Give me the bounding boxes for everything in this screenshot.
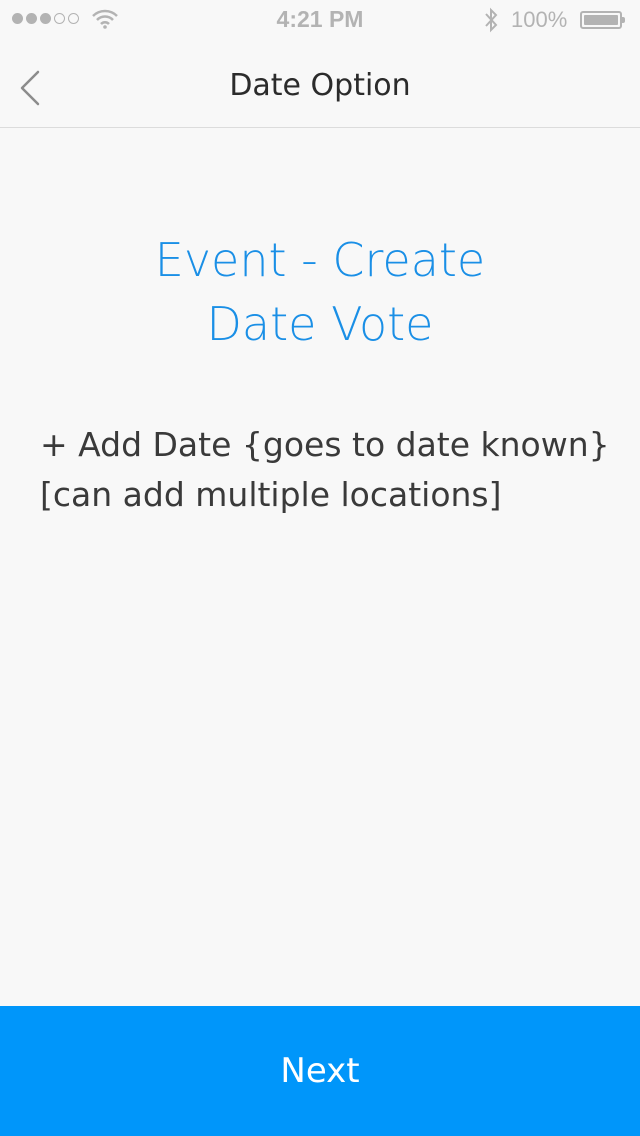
heading-line-1: Event - Create xyxy=(154,233,486,287)
navigation-bar: Date Option xyxy=(0,40,640,128)
multiple-locations-text: [can add multiple locations] xyxy=(40,475,502,514)
battery-percent: 100% xyxy=(511,7,568,32)
status-bar: 4:21 PM 100% xyxy=(0,0,640,40)
next-button[interactable]: Next xyxy=(0,1006,640,1136)
bluetooth-icon xyxy=(483,7,499,38)
heading-line-2: Date Vote xyxy=(206,297,434,351)
add-date-text: + Add Date {goes to date known} xyxy=(40,425,610,464)
description: + Add Date {goes to date known} [can add… xyxy=(40,420,620,520)
battery-fill xyxy=(584,15,618,25)
battery-icon xyxy=(580,11,625,29)
page-title: Date Option xyxy=(229,68,411,103)
heading: Event - Create Date Vote xyxy=(0,228,640,356)
